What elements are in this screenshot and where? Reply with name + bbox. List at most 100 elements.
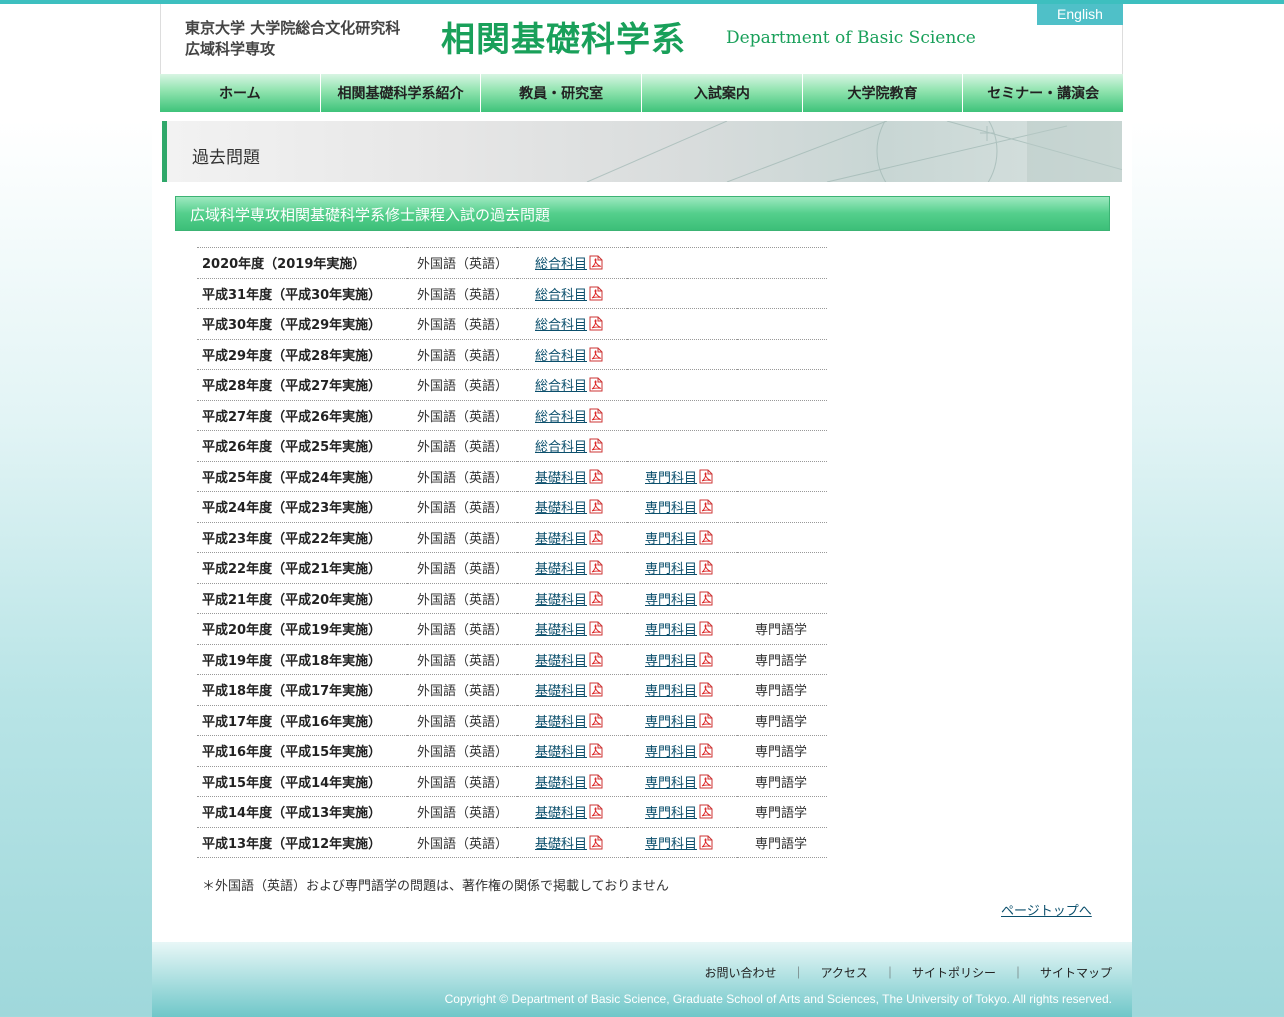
foreign-language-label: 外国語（英語）	[407, 582, 517, 614]
site-footer: お問い合わせ ｜ アクセス ｜ サイトポリシー ｜ サイトマップ Copyrig…	[152, 942, 1132, 1017]
specialty-pdf-link[interactable]: 専門科目	[645, 562, 697, 577]
subject-pdf-link[interactable]: 基礎科目	[535, 837, 587, 852]
exam-year: 平成28年度（平成27年実施）	[197, 369, 407, 400]
subject-pdf-link[interactable]: 総合科目	[535, 257, 587, 272]
footer-policy-link[interactable]: サイトポリシー	[912, 964, 996, 981]
subject-pdf-link[interactable]: 基礎科目	[535, 806, 587, 821]
subject-pdf-link[interactable]: 総合科目	[535, 349, 587, 364]
foreign-language-label: 外国語（英語）	[407, 399, 517, 431]
extra-subject	[737, 247, 827, 278]
exam-year: 平成23年度（平成22年実施）	[197, 521, 407, 553]
subject-pdf-link[interactable]: 総合科目	[535, 440, 587, 455]
foreign-language-label: 外国語（英語）	[407, 613, 517, 644]
pdf-icon	[699, 591, 713, 606]
extra-subject	[737, 460, 827, 492]
subject-cell-2: 専門科目	[627, 796, 737, 827]
nav-faculty[interactable]: 教員・研究室	[481, 74, 643, 112]
foreign-language-label: 外国語（英語）	[407, 430, 517, 461]
specialty-pdf-link[interactable]: 専門科目	[645, 806, 697, 821]
extra-subject	[737, 552, 827, 583]
footer-sitemap-link[interactable]: サイトマップ	[1040, 964, 1112, 981]
specialty-pdf-link[interactable]: 専門科目	[645, 715, 697, 730]
specialty-pdf-link[interactable]: 専門科目	[645, 837, 697, 852]
specialty-pdf-link[interactable]: 専門科目	[645, 745, 697, 760]
footer-links: お問い合わせ ｜ アクセス ｜ サイトポリシー ｜ サイトマップ	[705, 964, 1113, 981]
subject-pdf-link[interactable]: 基礎科目	[535, 654, 587, 669]
page-title-banner: 過去問題	[162, 121, 1122, 182]
subject-pdf-link[interactable]: 基礎科目	[535, 593, 587, 608]
nav-admission[interactable]: 入試案内	[642, 74, 803, 112]
specialty-pdf-link[interactable]: 専門科目	[645, 471, 697, 486]
site-logo-japanese[interactable]: 相関基礎科学系	[441, 12, 686, 61]
extra-subject	[737, 308, 827, 339]
exam-year: 平成14年度（平成13年実施）	[197, 796, 407, 827]
table-row: 平成20年度（平成19年実施） 外国語（英語） 基礎科目 専門科目 専門語学	[197, 613, 827, 644]
exam-year: 平成18年度（平成17年実施）	[197, 674, 407, 705]
pdf-icon	[699, 530, 713, 545]
subject-pdf-link[interactable]: 総合科目	[535, 379, 587, 394]
extra-subject	[737, 491, 827, 522]
footer-access-link[interactable]: アクセス	[821, 964, 868, 981]
specialty-pdf-link[interactable]: 専門科目	[645, 593, 697, 608]
pdf-icon	[589, 835, 603, 850]
subject-pdf-link[interactable]: 基礎科目	[535, 715, 587, 730]
foreign-language-label: 外国語（英語）	[407, 552, 517, 583]
subject-cell-2: 専門科目	[627, 552, 737, 583]
subject-pdf-link[interactable]: 基礎科目	[535, 684, 587, 699]
subject-pdf-link[interactable]: 基礎科目	[535, 745, 587, 760]
specialty-pdf-link[interactable]: 専門科目	[645, 501, 697, 516]
subject-pdf-link[interactable]: 総合科目	[535, 288, 587, 303]
specialty-pdf-link[interactable]: 専門科目	[645, 684, 697, 699]
pdf-icon	[589, 286, 603, 301]
subject-pdf-link[interactable]: 基礎科目	[535, 776, 587, 791]
specialty-pdf-link[interactable]: 専門科目	[645, 776, 697, 791]
copyright-text: Copyright © Department of Basic Science,…	[444, 992, 1112, 1006]
extra-subject	[737, 277, 827, 309]
extra-subject: 専門語学	[737, 735, 827, 766]
table-row: 平成28年度（平成27年実施） 外国語（英語） 総合科目	[197, 369, 827, 400]
specialty-pdf-link[interactable]: 専門科目	[645, 654, 697, 669]
banner-decoration	[586, 121, 1122, 182]
specialty-pdf-link[interactable]: 専門科目	[645, 623, 697, 638]
english-button[interactable]: English	[1037, 4, 1123, 25]
subject-cell-2: 専門科目	[627, 765, 737, 797]
nav-about[interactable]: 相関基礎科学系紹介	[320, 74, 482, 112]
university-name: 東京大学 大学院総合文化研究科 広域科学専攻	[185, 18, 400, 60]
subject-cell-2: 専門科目	[627, 460, 737, 492]
subject-cell-2: 専門科目	[627, 674, 737, 705]
subject-pdf-link[interactable]: 総合科目	[535, 318, 587, 333]
subject-pdf-link[interactable]: 基礎科目	[535, 562, 587, 577]
subject-cell-1: 総合科目	[517, 399, 627, 431]
subject-cell-1: 基礎科目	[517, 582, 627, 614]
exam-year: 平成24年度（平成23年実施）	[197, 491, 407, 522]
extra-subject	[737, 430, 827, 461]
foreign-language-label: 外国語（英語）	[407, 521, 517, 553]
subject-pdf-link[interactable]: 基礎科目	[535, 532, 587, 547]
footer-separator: ｜	[1011, 966, 1024, 980]
nav-seminar[interactable]: セミナー・講演会	[963, 74, 1124, 112]
site-logo-english[interactable]: Department of Basic Science	[726, 28, 976, 48]
extra-subject	[737, 399, 827, 431]
subject-cell-2	[627, 430, 737, 461]
extra-subject	[737, 582, 827, 614]
subject-pdf-link[interactable]: 基礎科目	[535, 471, 587, 486]
pdf-icon	[699, 804, 713, 819]
pdf-icon	[589, 469, 603, 484]
table-row: 平成21年度（平成20年実施） 外国語（英語） 基礎科目 専門科目	[197, 582, 827, 614]
exam-year: 平成27年度（平成26年実施）	[197, 399, 407, 431]
subject-cell-1: 基礎科目	[517, 460, 627, 492]
subject-pdf-link[interactable]: 総合科目	[535, 410, 587, 425]
nav-education[interactable]: 大学院教育	[802, 74, 964, 112]
pdf-icon	[589, 774, 603, 789]
table-row: 平成19年度（平成18年実施） 外国語（英語） 基礎科目 専門科目 専門語学	[197, 643, 827, 675]
page-top-link[interactable]: ページトップへ	[1001, 900, 1092, 919]
subject-pdf-link[interactable]: 基礎科目	[535, 623, 587, 638]
footer-contact-link[interactable]: お問い合わせ	[705, 964, 777, 981]
nav-home[interactable]: ホーム	[160, 74, 321, 112]
exam-year: 平成16年度（平成15年実施）	[197, 735, 407, 766]
subject-cell-1: 基礎科目	[517, 796, 627, 827]
subject-pdf-link[interactable]: 基礎科目	[535, 501, 587, 516]
pdf-icon	[589, 652, 603, 667]
specialty-pdf-link[interactable]: 専門科目	[645, 532, 697, 547]
pdf-icon	[699, 774, 713, 789]
